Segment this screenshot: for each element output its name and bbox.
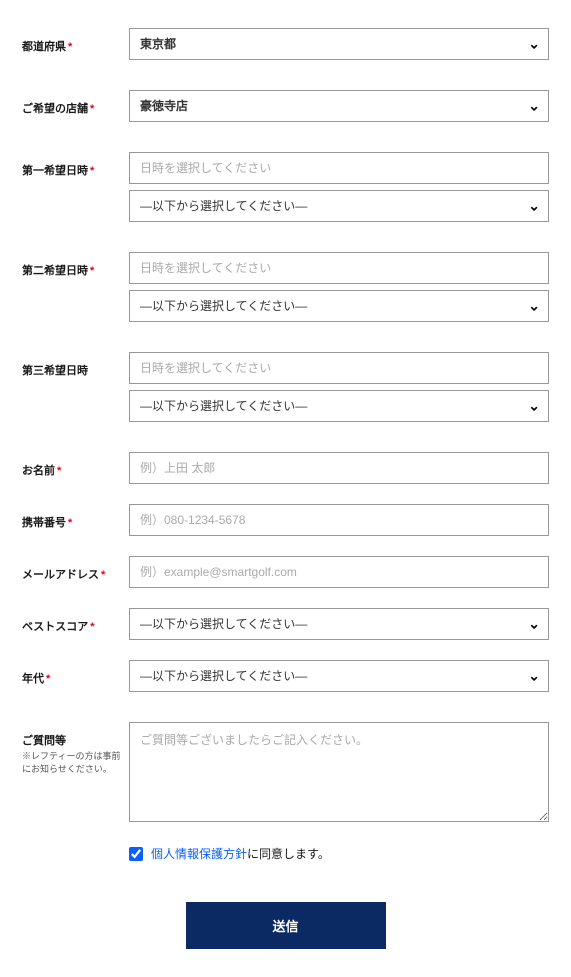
row-email: メールアドレス*	[22, 556, 549, 588]
name-input[interactable]	[129, 452, 549, 484]
required-mark: *	[46, 673, 50, 685]
prefecture-select[interactable]: 東京都	[129, 28, 549, 60]
submit-wrap: 送信	[22, 902, 549, 949]
label-store: ご希望の店舗*	[22, 90, 129, 116]
field-email	[129, 556, 549, 588]
required-mark: *	[57, 465, 61, 477]
required-mark: *	[90, 103, 94, 115]
date1-input[interactable]	[129, 152, 549, 184]
field-best-score: ―以下から選択してください― ⌄	[129, 608, 549, 640]
label-phone: 携帯番号*	[22, 504, 129, 530]
label-text: 第一希望日時	[22, 165, 88, 177]
question-textarea[interactable]	[129, 722, 549, 822]
date3-time-select[interactable]: ―以下から選択してください―	[129, 390, 549, 422]
required-mark: *	[68, 41, 72, 53]
required-mark: *	[90, 165, 94, 177]
field-date3: ―以下から選択してください― ⌄	[129, 352, 549, 422]
date2-time-select[interactable]: ―以下から選択してください―	[129, 290, 549, 322]
best-score-select[interactable]: ―以下から選択してください―	[129, 608, 549, 640]
row-date3: 第三希望日時 ―以下から選択してください― ⌄	[22, 352, 549, 422]
prefecture-select-wrap: 東京都 ⌄	[129, 28, 549, 60]
field-name	[129, 452, 549, 484]
date3-time-select-wrap: ―以下から選択してください― ⌄	[129, 390, 549, 422]
label-text: お名前	[22, 465, 55, 477]
label-question: ご質問等 ※レフティーの方は事前にお知らせください。	[22, 722, 129, 775]
required-mark: *	[101, 569, 105, 581]
required-mark: *	[90, 621, 94, 633]
label-text: ご希望の店舗	[22, 103, 88, 115]
row-date2: 第二希望日時* ―以下から選択してください― ⌄	[22, 252, 549, 322]
field-store: 豪徳寺店 ⌄	[129, 90, 549, 122]
phone-input[interactable]	[129, 504, 549, 536]
label-prefecture: 都道府県*	[22, 28, 129, 54]
date2-time-select-wrap: ―以下から選択してください― ⌄	[129, 290, 549, 322]
row-question: ご質問等 ※レフティーの方は事前にお知らせください。	[22, 722, 549, 825]
field-date2: ―以下から選択してください― ⌄	[129, 252, 549, 322]
label-date3: 第三希望日時	[22, 352, 129, 378]
field-phone	[129, 504, 549, 536]
best-score-select-wrap: ―以下から選択してください― ⌄	[129, 608, 549, 640]
consent-suffix: に同意します。	[247, 847, 330, 861]
label-text: ベストスコア	[22, 621, 88, 633]
label-best-score: ベストスコア*	[22, 608, 129, 634]
label-text: 第三希望日時	[22, 365, 88, 377]
label-sublabel: ※レフティーの方は事前にお知らせください。	[22, 750, 129, 775]
field-prefecture: 東京都 ⌄	[129, 28, 549, 60]
label-email: メールアドレス*	[22, 556, 129, 582]
email-input[interactable]	[129, 556, 549, 588]
label-date2: 第二希望日時*	[22, 252, 129, 278]
field-age: ―以下から選択してください― ⌄	[129, 660, 549, 692]
label-text: ご質問等	[22, 735, 66, 747]
store-select-wrap: 豪徳寺店 ⌄	[129, 90, 549, 122]
label-age: 年代*	[22, 660, 129, 686]
field-date1: ―以下から選択してください― ⌄	[129, 152, 549, 222]
privacy-policy-link[interactable]: 個人情報保護方針	[151, 847, 247, 861]
label-text: 都道府県	[22, 41, 66, 53]
consent-text: 個人情報保護方針に同意します。	[151, 845, 330, 862]
label-date1: 第一希望日時*	[22, 152, 129, 178]
required-mark: *	[90, 265, 94, 277]
label-text: 第二希望日時	[22, 265, 88, 277]
row-store: ご希望の店舗* 豪徳寺店 ⌄	[22, 90, 549, 122]
row-age: 年代* ―以下から選択してください― ⌄	[22, 660, 549, 692]
age-select-wrap: ―以下から選択してください― ⌄	[129, 660, 549, 692]
date2-input[interactable]	[129, 252, 549, 284]
submit-button[interactable]: 送信	[186, 902, 386, 949]
row-best-score: ベストスコア* ―以下から選択してください― ⌄	[22, 608, 549, 640]
date1-time-select[interactable]: ―以下から選択してください―	[129, 190, 549, 222]
label-text: 年代	[22, 673, 44, 685]
store-select[interactable]: 豪徳寺店	[129, 90, 549, 122]
field-question	[129, 722, 549, 825]
row-date1: 第一希望日時* ―以下から選択してください― ⌄	[22, 152, 549, 222]
date1-time-select-wrap: ―以下から選択してください― ⌄	[129, 190, 549, 222]
row-phone: 携帯番号*	[22, 504, 549, 536]
label-name: お名前*	[22, 452, 129, 478]
row-name: お名前*	[22, 452, 549, 484]
date3-input[interactable]	[129, 352, 549, 384]
label-text: 携帯番号	[22, 517, 66, 529]
row-prefecture: 都道府県* 東京都 ⌄	[22, 28, 549, 60]
required-mark: *	[68, 517, 72, 529]
label-text: メールアドレス	[22, 569, 99, 581]
age-select[interactable]: ―以下から選択してください―	[129, 660, 549, 692]
consent-row: 個人情報保護方針に同意します。	[129, 845, 549, 862]
